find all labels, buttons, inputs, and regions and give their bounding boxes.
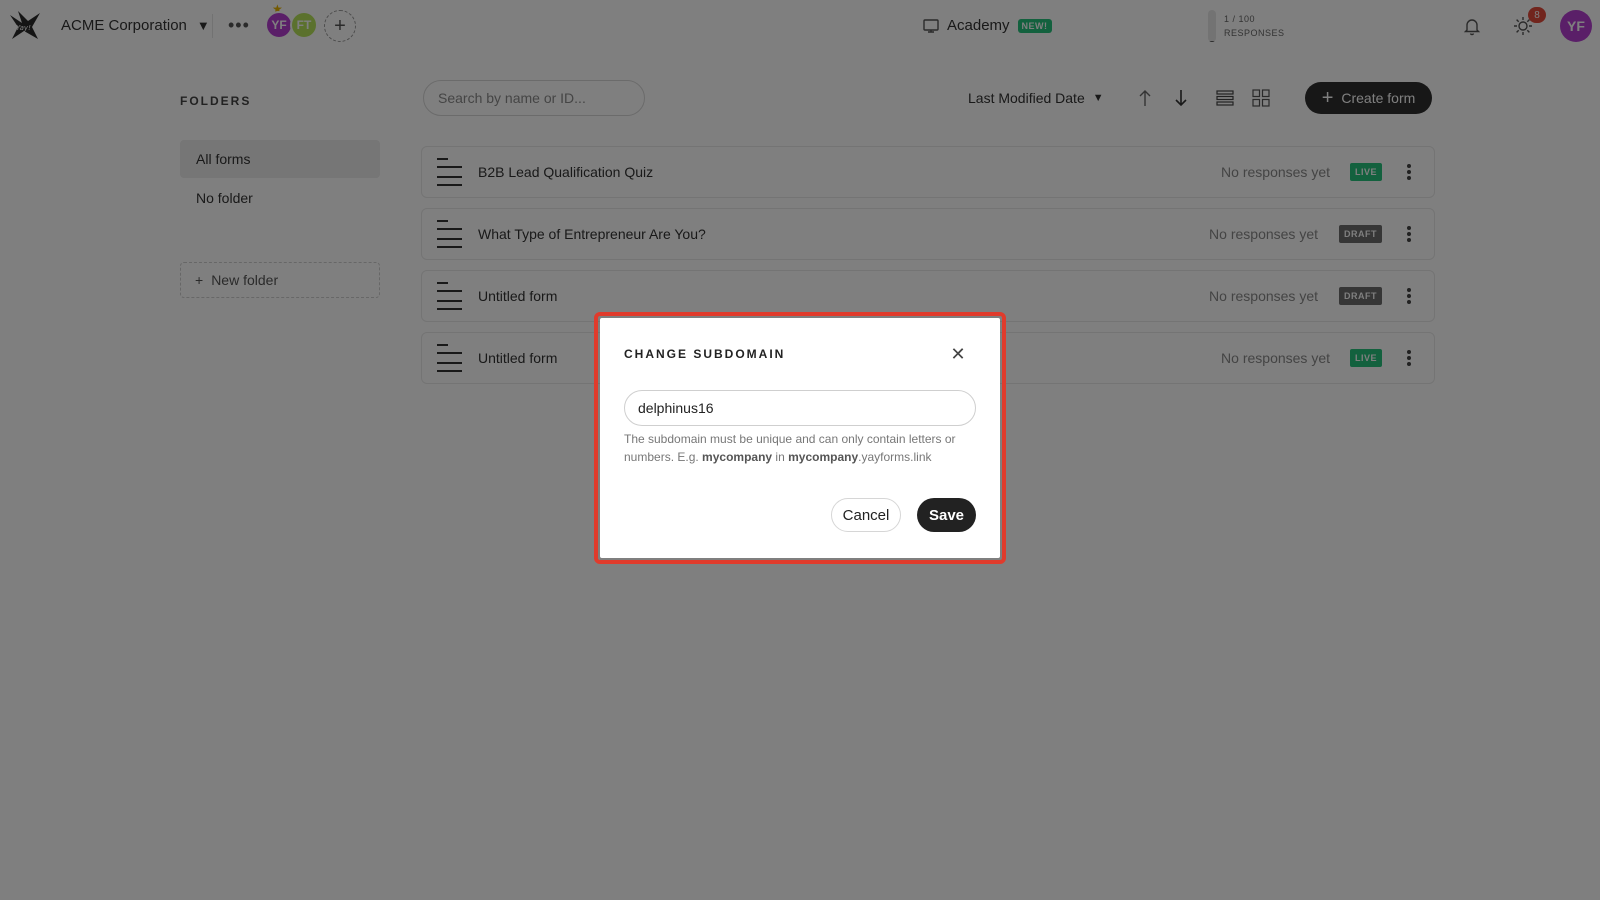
help-domain: mycompany — [788, 450, 859, 464]
subdomain-input[interactable] — [624, 390, 976, 426]
close-icon[interactable]: ✕ — [944, 340, 972, 368]
cancel-button[interactable]: Cancel — [831, 498, 901, 532]
subdomain-help-text: The subdomain must be unique and can onl… — [624, 430, 976, 466]
help-example: mycompany — [702, 450, 773, 464]
help-domain-suffix: .yayforms.link — [858, 450, 932, 464]
help-text-in: in — [775, 450, 785, 464]
dialog-title: CHANGE SUBDOMAIN — [624, 347, 786, 361]
save-button[interactable]: Save — [917, 498, 976, 532]
change-subdomain-dialog: CHANGE SUBDOMAIN ✕ The subdomain must be… — [600, 318, 1000, 558]
